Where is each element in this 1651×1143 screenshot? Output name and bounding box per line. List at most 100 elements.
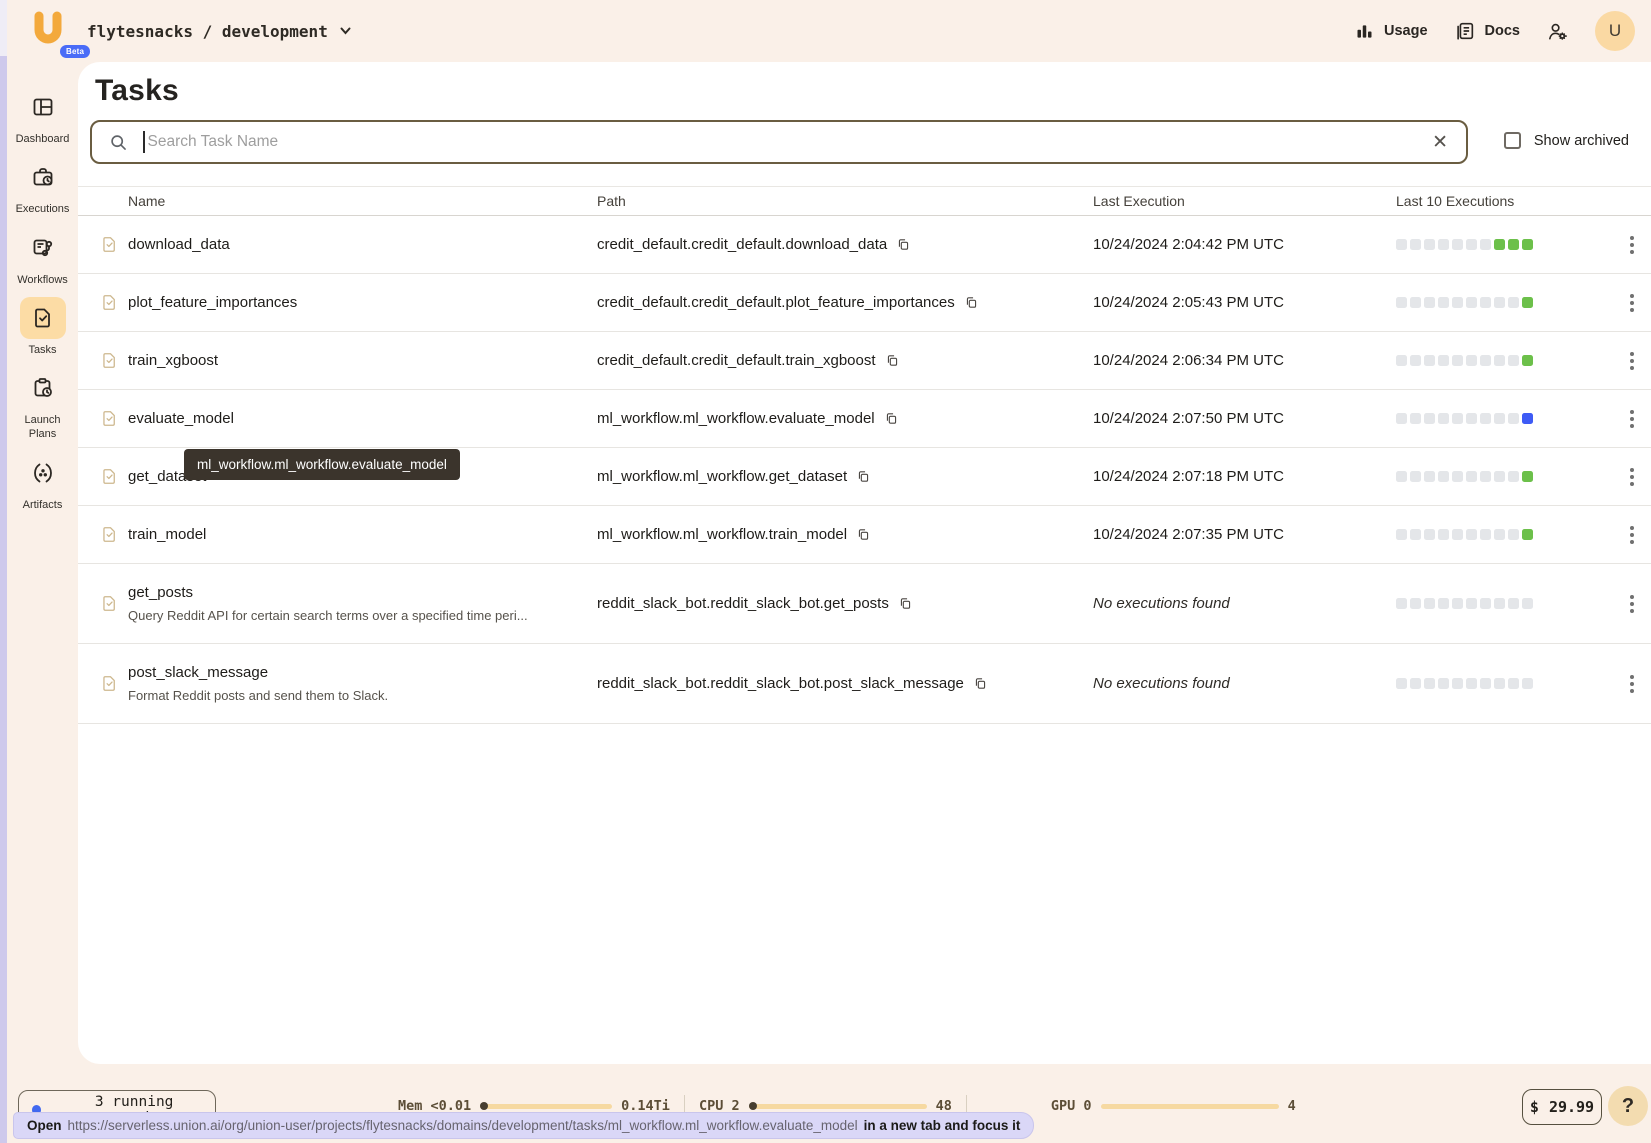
task-path: ml_workflow.ml_workflow.train_model	[597, 526, 847, 543]
search-box: ✕	[90, 120, 1468, 164]
execution-square	[1466, 239, 1477, 250]
task-path: credit_default.credit_default.download_d…	[597, 236, 887, 253]
currency-symbol: $	[1530, 1098, 1539, 1116]
last-execution: No executions found	[1093, 675, 1396, 692]
execution-square	[1466, 413, 1477, 424]
task-name[interactable]: post_slack_message	[128, 664, 597, 681]
task-name[interactable]: download_data	[128, 236, 597, 253]
execution-square	[1452, 529, 1463, 540]
user-admin-button[interactable]	[1546, 20, 1569, 43]
execution-square	[1452, 598, 1463, 609]
sidebar-item-label: Executions	[16, 202, 70, 216]
execution-square	[1424, 678, 1435, 689]
execution-square	[1522, 678, 1533, 689]
table-row[interactable]: get_posts Query Reddit API for certain s…	[78, 564, 1651, 644]
usage-button[interactable]: Usage	[1354, 21, 1428, 42]
row-menu-button[interactable]	[1626, 290, 1638, 316]
copy-icon[interactable]	[885, 353, 900, 368]
show-archived-checkbox[interactable]	[1504, 132, 1521, 149]
copy-icon[interactable]	[973, 676, 988, 691]
task-doc-icon	[100, 409, 128, 428]
breadcrumb-text: flytesnacks / development	[87, 22, 328, 41]
sidebar-item-label: Workflows	[17, 273, 68, 287]
execution-square	[1438, 598, 1449, 609]
task-name[interactable]: evaluate_model	[128, 410, 597, 427]
last-10-executions	[1396, 239, 1612, 250]
credits-button[interactable]: $ 29.99	[1522, 1089, 1602, 1125]
execution-square	[1438, 678, 1449, 689]
row-menu-button[interactable]	[1626, 522, 1638, 548]
status-url: https://serverless.union.ai/org/union-us…	[68, 1118, 858, 1133]
execution-square	[1522, 239, 1533, 250]
clear-search-button[interactable]: ✕	[1430, 131, 1450, 154]
sidebar-item-launch-plans[interactable]: Launch Plans	[10, 367, 76, 442]
table-header-row: Name Path Last Execution Last 10 Executi…	[78, 186, 1651, 216]
task-name[interactable]: train_model	[128, 526, 597, 543]
table-row[interactable]: plot_feature_importances credit_default.…	[78, 274, 1651, 332]
table-row[interactable]: post_slack_message Format Reddit posts a…	[78, 644, 1651, 724]
execution-square	[1508, 529, 1519, 540]
execution-square	[1480, 297, 1491, 308]
avatar[interactable]: U	[1595, 11, 1635, 51]
execution-square	[1438, 239, 1449, 250]
union-logo[interactable]: Beta	[27, 9, 73, 55]
sidebar-item-executions[interactable]: Executions	[10, 156, 76, 216]
copy-icon[interactable]	[964, 295, 979, 310]
sidebar: Dashboard Executions Workflows	[7, 62, 78, 522]
sidebar-item-artifacts[interactable]: Artifacts	[10, 452, 76, 512]
mem-meter-dot	[480, 1102, 488, 1110]
execution-square	[1466, 471, 1477, 482]
sidebar-item-workflows[interactable]: Workflows	[10, 227, 76, 287]
project-domain-breadcrumb[interactable]: flytesnacks / development	[87, 0, 351, 62]
row-menu-button[interactable]	[1626, 591, 1638, 617]
row-menu-button[interactable]	[1626, 464, 1638, 490]
execution-square	[1466, 529, 1477, 540]
execution-square	[1396, 678, 1407, 689]
row-menu-button[interactable]	[1626, 348, 1638, 374]
copy-icon[interactable]	[884, 411, 899, 426]
execution-square	[1522, 529, 1533, 540]
copy-icon[interactable]	[856, 469, 871, 484]
table-row[interactable]: train_xgboost credit_default.credit_defa…	[78, 332, 1651, 390]
execution-square	[1480, 678, 1491, 689]
copy-icon[interactable]	[896, 237, 911, 252]
execution-square	[1396, 598, 1407, 609]
task-doc-icon	[100, 351, 128, 370]
execution-square	[1522, 297, 1533, 308]
execution-square	[1494, 529, 1505, 540]
task-name[interactable]: plot_feature_importances	[128, 294, 597, 311]
docs-button[interactable]: Docs	[1454, 20, 1520, 42]
execution-square	[1424, 598, 1435, 609]
task-doc-icon	[100, 674, 128, 693]
execution-square	[1410, 598, 1421, 609]
user-gear-icon	[1546, 20, 1569, 43]
row-menu-button[interactable]	[1626, 406, 1638, 432]
task-name[interactable]: get_posts	[128, 584, 597, 601]
task-doc-icon	[100, 594, 128, 613]
credits-amount: 29.99	[1549, 1098, 1594, 1116]
last-execution: 10/24/2024 2:04:42 PM UTC	[1093, 236, 1396, 253]
copy-icon[interactable]	[898, 596, 913, 611]
sidebar-item-label: Artifacts	[23, 498, 63, 512]
table-row[interactable]: download_data credit_default.credit_defa…	[78, 216, 1651, 274]
sidebar-item-tasks[interactable]: Tasks	[10, 297, 76, 357]
table-row[interactable]: evaluate_model ml_workflow.ml_workflow.e…	[78, 390, 1651, 448]
last-execution: No executions found	[1093, 595, 1396, 612]
sidebar-item-dashboard[interactable]: Dashboard	[10, 86, 76, 146]
execution-square	[1438, 413, 1449, 424]
task-name[interactable]: train_xgboost	[128, 352, 597, 369]
row-menu-button[interactable]	[1626, 232, 1638, 258]
execution-square	[1452, 413, 1463, 424]
help-label: ?	[1622, 1095, 1634, 1118]
execution-square	[1438, 297, 1449, 308]
execution-square	[1396, 529, 1407, 540]
column-header-last-10-executions: Last 10 Executions	[1396, 193, 1612, 209]
copy-icon[interactable]	[856, 527, 871, 542]
search-input[interactable]	[145, 133, 1431, 151]
table-row[interactable]: train_model ml_workflow.ml_workflow.trai…	[78, 506, 1651, 564]
task-doc-icon	[100, 467, 128, 486]
last-execution: 10/24/2024 2:07:50 PM UTC	[1093, 410, 1396, 427]
task-path: ml_workflow.ml_workflow.evaluate_model	[597, 410, 875, 427]
row-menu-button[interactable]	[1626, 671, 1638, 697]
help-button[interactable]: ?	[1608, 1086, 1648, 1126]
